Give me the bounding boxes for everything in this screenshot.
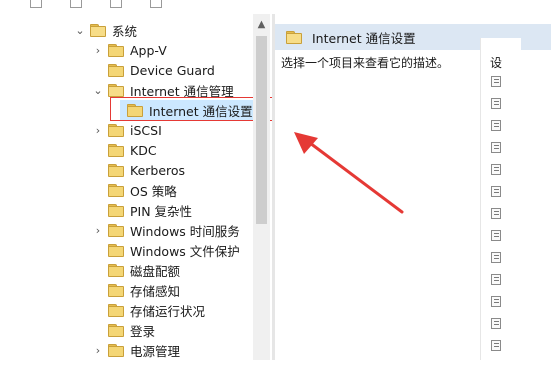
tree-node-label: OS 策略 [130, 183, 177, 199]
policy-setting-icon[interactable] [491, 318, 501, 329]
settings-column-header[interactable]: 设 [490, 54, 502, 71]
expand-chevron-right-icon[interactable]: › [92, 40, 104, 60]
annotation-arrow-icon [294, 132, 404, 214]
window-bottom-area [0, 360, 551, 387]
folder-icon [108, 203, 124, 217]
expand-chevron-down-icon[interactable]: ⌄ [74, 20, 86, 40]
tree-node-label: 登录 [130, 323, 156, 339]
policy-setting-icon[interactable] [491, 296, 501, 307]
policy-setting-icon[interactable] [491, 208, 501, 219]
tree-node-label: KDC [130, 142, 157, 158]
tree-node-label: iSCSI [130, 122, 162, 138]
folder-icon [108, 143, 124, 157]
tree-node-label: PIN 复杂性 [130, 203, 193, 219]
policy-setting-icon[interactable] [491, 340, 501, 351]
tree-node-kdc[interactable]: KDC [108, 140, 157, 160]
folder-icon [108, 123, 124, 137]
policy-setting-icon[interactable] [491, 120, 501, 131]
folder-icon [108, 283, 124, 297]
tree-node-pin-complexity[interactable]: PIN 复杂性 [108, 200, 192, 220]
folder-icon [108, 43, 124, 57]
folder-icon [108, 343, 124, 357]
tree-node-label: 系统 [112, 23, 138, 39]
tree-node-storage-sense[interactable]: 存储感知 [108, 280, 180, 300]
folder-icon [108, 263, 124, 277]
tree-node-logon[interactable]: 登录 [108, 320, 155, 340]
folder-open-icon [108, 83, 124, 97]
folder-open-icon [286, 30, 302, 44]
tree-node-system[interactable]: 系统 [90, 20, 137, 40]
tree-node-os-policy[interactable]: OS 策略 [108, 180, 177, 200]
tree-node-windows-file-protection[interactable]: Windows 文件保护 [108, 240, 240, 260]
expand-chevron-right-icon[interactable]: › [92, 220, 104, 240]
scrollbar-thumb[interactable] [256, 36, 267, 224]
details-header-title: Internet 通信设置 [312, 30, 416, 46]
folder-icon [108, 303, 124, 317]
folder-icon [108, 183, 124, 197]
expand-chevron-down-icon[interactable]: ⌄ [92, 80, 104, 100]
expand-chevron-right-icon[interactable]: › [92, 340, 104, 360]
policy-setting-icon[interactable] [491, 142, 501, 153]
tree-node-kerberos[interactable]: Kerberos [108, 160, 185, 180]
policy-setting-icon[interactable] [491, 98, 501, 109]
tree-node-app-v[interactable]: App-V [108, 40, 167, 60]
tree-top-partial-row [30, 0, 260, 14]
tree-node-label: Windows 文件保护 [130, 243, 240, 259]
tree-node-label: Windows 时间服务 [130, 223, 240, 239]
policy-setting-icon[interactable] [491, 164, 501, 175]
expand-chevron-right-icon[interactable]: › [92, 120, 104, 140]
tree-node-iscsi[interactable]: iSCSI [108, 120, 162, 140]
policy-setting-icon[interactable] [491, 274, 501, 285]
folder-open-icon [90, 23, 106, 37]
policy-setting-icon[interactable] [491, 186, 501, 197]
tree-node-label: 存储感知 [130, 283, 181, 299]
scroll-up-arrow-icon[interactable]: ▲ [253, 14, 270, 34]
policy-tree: ⌄ 系统 › App-V Device Guard ⌄ Internet 通信管… [0, 0, 287, 360]
tree-node-windows-time-service[interactable]: Windows 时间服务 [108, 220, 240, 240]
policy-setting-icon[interactable] [491, 76, 501, 87]
tree-node-label: Device Guard [130, 62, 215, 78]
tree-node-power-management[interactable]: 电源管理 [108, 340, 180, 360]
folder-icon [108, 63, 124, 77]
tree-node-device-guard[interactable]: Device Guard [108, 60, 215, 80]
folder-icon [108, 163, 124, 177]
tree-node-label: App-V [130, 42, 167, 58]
policy-setting-icon[interactable] [491, 230, 501, 241]
folder-icon [108, 323, 124, 337]
tree-vertical-scrollbar[interactable]: ▲ [253, 14, 270, 360]
tree-node-disk-quota[interactable]: 磁盘配额 [108, 260, 180, 280]
tree-node-label: 磁盘配额 [130, 263, 181, 279]
tree-node-label: 存储运行状况 [130, 303, 206, 319]
tree-node-label: Kerberos [130, 162, 186, 178]
policy-setting-icon[interactable] [491, 252, 501, 263]
details-description: 选择一个项目来查看它的描述。 [281, 56, 450, 70]
tree-node-label: 电源管理 [130, 343, 181, 359]
folder-icon [108, 223, 124, 237]
tree-node-storage-health[interactable]: 存储运行状况 [108, 300, 205, 320]
folder-icon [108, 243, 124, 257]
